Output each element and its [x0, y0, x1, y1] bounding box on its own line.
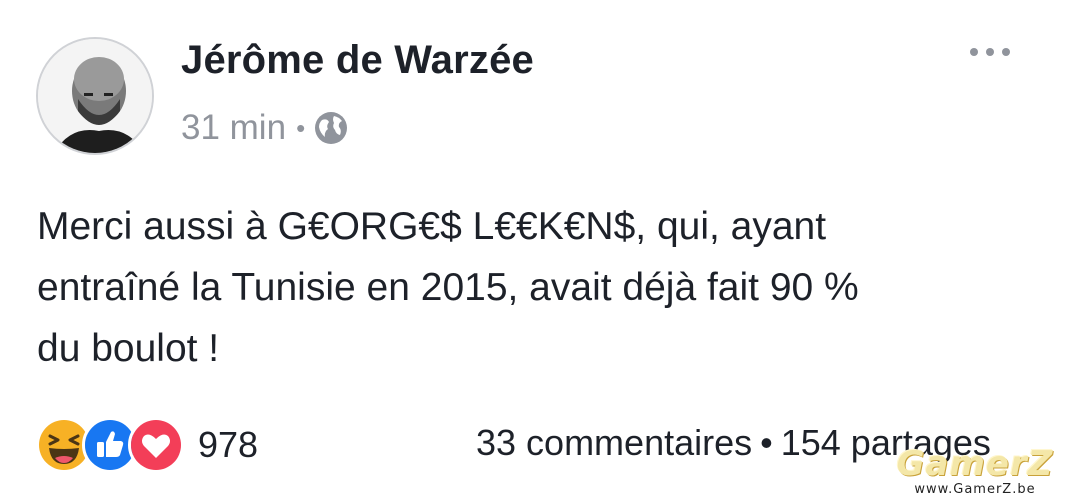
post-time[interactable]: 31 min — [181, 108, 286, 148]
globe-icon[interactable] — [313, 110, 349, 146]
post-text: Merci aussi à G€ORG€$ L€€K€N$, qui, ayan… — [37, 196, 1047, 379]
comments-count-link[interactable]: 33 commentaires — [476, 422, 752, 463]
stats-separator: • — [760, 422, 773, 463]
reaction-count: 978 — [198, 424, 259, 465]
watermark-logo: GamerZ — [896, 444, 1054, 484]
author-name[interactable]: Jérôme de Warzée — [181, 38, 534, 83]
post-meta: 31 min • — [181, 106, 349, 150]
post-text-line: Merci aussi à G€ORG€$ L€€K€N$, qui, ayan… — [37, 205, 827, 248]
author-avatar[interactable] — [36, 37, 154, 155]
post-text-line: du boulot ! — [37, 327, 220, 370]
watermark-url: www.GamerZ.be — [914, 482, 1036, 497]
avatar-photo — [38, 39, 152, 153]
meta-separator: • — [296, 112, 306, 143]
reactions-summary[interactable]: 978 — [36, 417, 259, 473]
more-options-icon[interactable] — [970, 48, 1010, 56]
love-icon — [128, 417, 184, 473]
post-text-line: entraîné la Tunisie en 2015, avait déjà … — [37, 266, 859, 309]
watermark: GamerZ www.GamerZ.be — [880, 446, 1070, 497]
